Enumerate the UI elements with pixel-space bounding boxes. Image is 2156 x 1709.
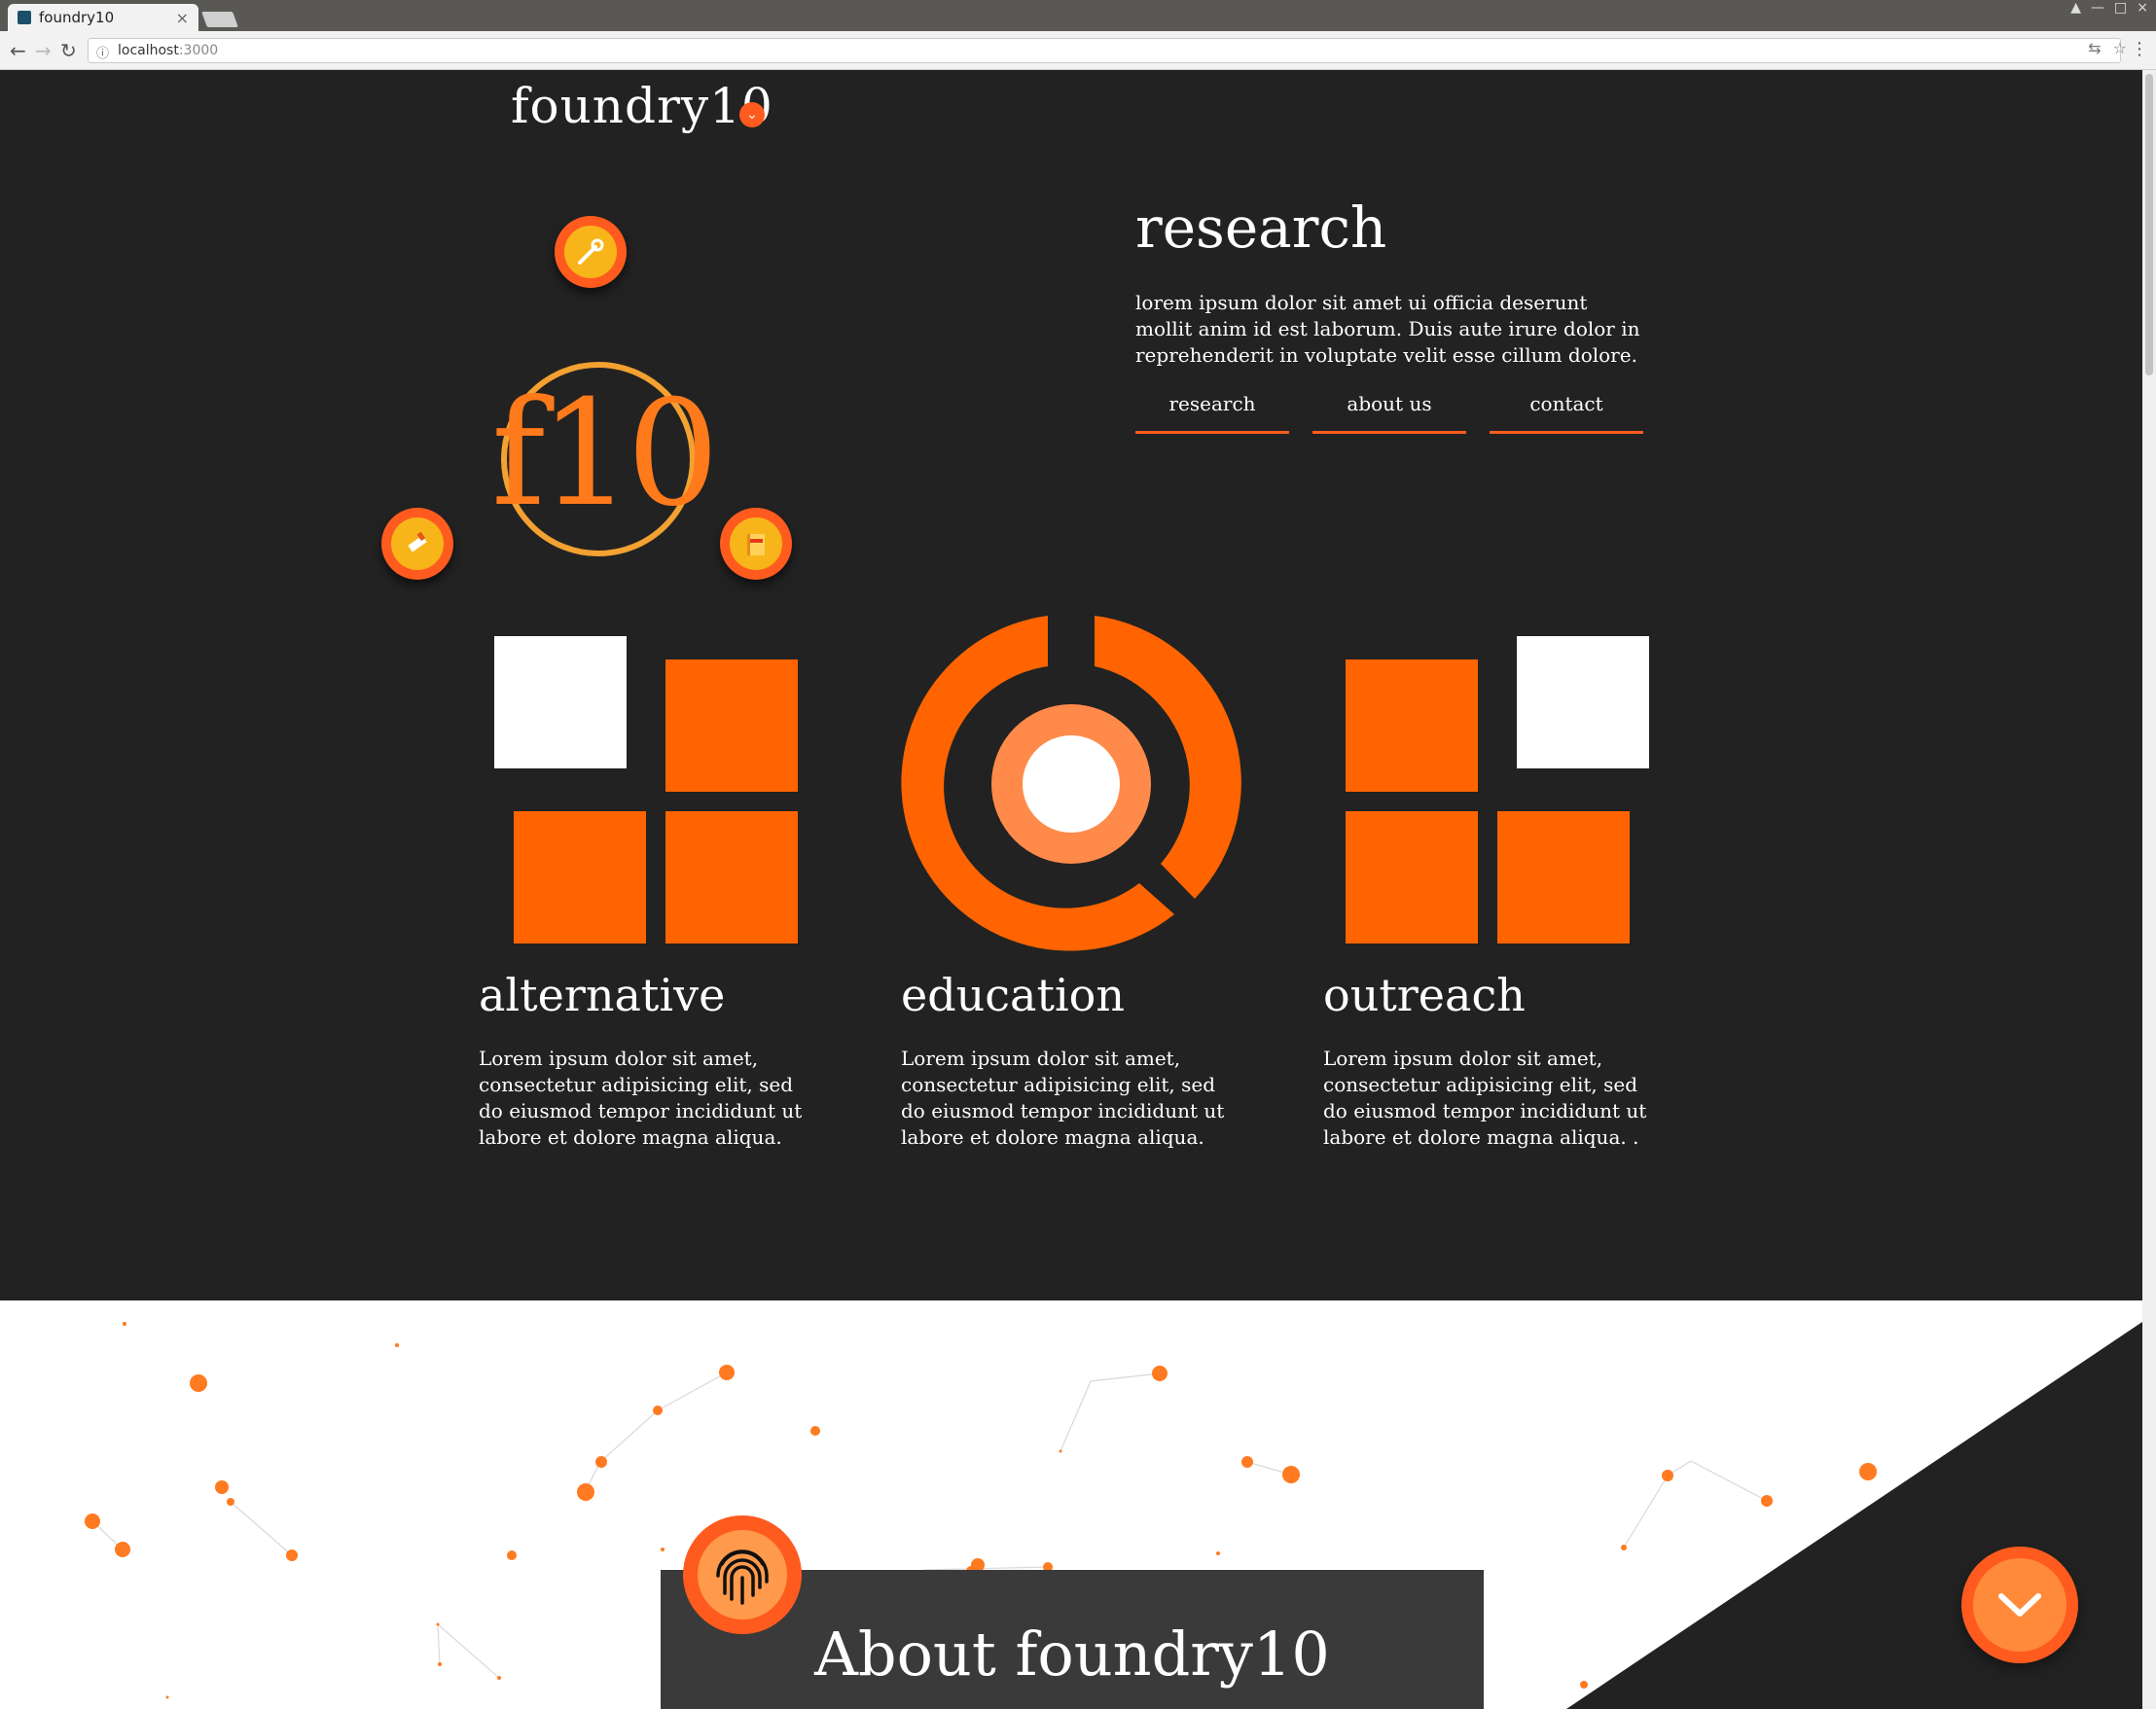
tab-contact[interactable]: contact bbox=[1490, 389, 1643, 434]
alternative-block-white bbox=[494, 636, 627, 768]
browser-tab-strip: foundry10 × ▲ — □ × bbox=[0, 0, 2156, 31]
brand-logo-text[interactable]: foundry10 bbox=[511, 78, 773, 134]
scrollbar-thumb[interactable] bbox=[2145, 74, 2153, 375]
bookmark-star-icon[interactable]: ☆ bbox=[2113, 39, 2127, 57]
window-close-icon[interactable]: × bbox=[2137, 0, 2148, 16]
fingerprint-icon bbox=[683, 1515, 802, 1634]
outreach-block-white bbox=[1517, 636, 1649, 768]
chevron-down-icon bbox=[1998, 1593, 2041, 1617]
alternative-description: Lorem ipsum dolor sit amet, consectetur … bbox=[479, 1047, 803, 1149]
research-heading: research bbox=[1135, 195, 1387, 261]
url-port: :3000 bbox=[178, 43, 219, 58]
window-user-icon[interactable]: ▲ bbox=[2070, 0, 2081, 16]
page-scrollbar[interactable] bbox=[2142, 70, 2156, 1709]
address-bar[interactable]: ⓘ localhost:3000 bbox=[88, 38, 2121, 63]
browser-toolbar: ← → ↻ ⓘ localhost:3000 ⇆ ☆ ⋮ bbox=[0, 31, 2156, 70]
reload-icon[interactable]: ↻ bbox=[60, 39, 77, 62]
tab-close-icon[interactable]: × bbox=[176, 9, 189, 27]
favicon-icon bbox=[18, 11, 31, 24]
alternative-block bbox=[665, 659, 798, 792]
browser-menu-icon[interactable]: ⋮ bbox=[2131, 39, 2148, 59]
address-bar-actions: ⇆ ☆ bbox=[2088, 39, 2127, 57]
alternative-block bbox=[665, 811, 798, 944]
url-host: localhost bbox=[118, 43, 179, 58]
window-controls: ▲ — □ × bbox=[2070, 0, 2148, 16]
tab-about-us[interactable]: about us bbox=[1312, 389, 1466, 434]
alternative-heading: alternative bbox=[479, 969, 726, 1021]
about-heading: About foundry10 bbox=[814, 1619, 1330, 1690]
outreach-block bbox=[1346, 811, 1478, 944]
back-arrow-icon[interactable]: ← bbox=[10, 39, 26, 62]
forward-arrow-icon[interactable]: → bbox=[35, 39, 52, 62]
wrench-icon[interactable] bbox=[555, 216, 627, 288]
f10-logo: f10 bbox=[491, 370, 719, 539]
outreach-heading: outreach bbox=[1323, 969, 1526, 1021]
alternative-block bbox=[514, 811, 646, 944]
new-tab-button[interactable] bbox=[201, 12, 238, 27]
outreach-block bbox=[1346, 659, 1478, 792]
window-minimize-icon[interactable]: — bbox=[2091, 0, 2104, 16]
education-heading: education bbox=[901, 969, 1125, 1021]
browser-tab[interactable]: foundry10 × bbox=[8, 4, 198, 31]
translate-icon[interactable]: ⇆ bbox=[2088, 39, 2101, 57]
book-icon[interactable] bbox=[720, 508, 792, 580]
education-target-graphic bbox=[901, 616, 1241, 951]
pencil-icon[interactable] bbox=[381, 508, 453, 580]
scroll-down-button[interactable] bbox=[1961, 1547, 2078, 1663]
education-description: Lorem ipsum dolor sit amet, consectetur … bbox=[901, 1047, 1225, 1149]
outreach-description: Lorem ipsum dolor sit amet, consectetur … bbox=[1323, 1047, 1647, 1149]
section-tabs: research about us contact bbox=[1135, 389, 1643, 434]
tab-research[interactable]: research bbox=[1135, 389, 1289, 434]
outreach-block bbox=[1497, 811, 1630, 944]
tab-title: foundry10 bbox=[39, 9, 115, 26]
site-info-icon[interactable]: ⓘ bbox=[96, 43, 109, 61]
research-description: lorem ipsum dolor sit amet ui officia de… bbox=[1135, 291, 1640, 367]
window-maximize-icon[interactable]: □ bbox=[2114, 0, 2127, 16]
menu-toggle-chevron-icon[interactable]: ⌄ bbox=[739, 102, 765, 127]
